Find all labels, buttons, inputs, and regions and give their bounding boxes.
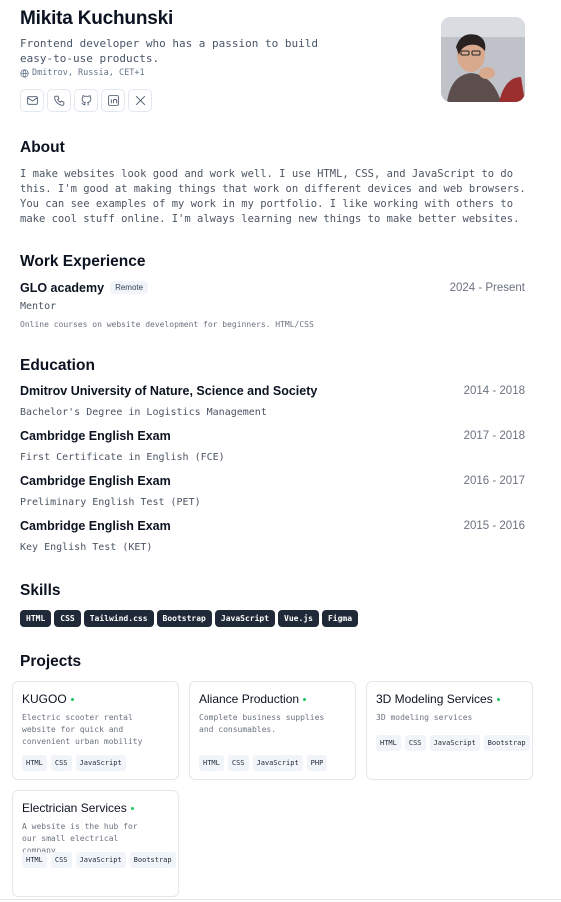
education-heading: Education [20,357,95,374]
project-tags: HTML CSS JavaScript Bootstrap [376,735,531,751]
work-heading: Work Experience [20,253,146,270]
project-title: 3D Modeling Services [376,692,500,706]
project-title: Electrician Services [22,801,134,815]
project-tag: Bootstrap [129,852,176,868]
education-degree: Bachelor's Degree in Logistics Managemen… [20,407,267,418]
project-tag: Bootstrap [483,735,530,751]
work-item: GLO academy Remote 2024 - Present Mentor … [20,281,525,333]
education-degree: Key English Test (KET) [20,542,153,553]
skill-badge: HTML [20,610,52,627]
phone-icon [53,95,64,106]
about-heading: About [20,139,65,156]
skill-badge: Figma [321,610,359,627]
project-tag: JavaScript [252,755,303,771]
project-card-aliance[interactable]: Aliance Production Complete business sup… [189,681,356,780]
project-tag: CSS [50,852,72,868]
education-degree: First Certificate in English (FCE) [20,452,225,463]
project-tag: HTML [22,852,47,868]
project-card-kugoo[interactable]: KUGOO Electric scooter rental website fo… [12,681,179,780]
profile-location: Dmitrov, Russia, CET+1 [20,68,145,78]
project-description: 3D modeling services [376,713,473,722]
education-dates: 2016 - 2017 [463,475,525,487]
status-dot [303,697,307,701]
x-icon [135,95,145,106]
project-tags: HTML CSS JavaScript PHP [199,755,354,771]
skill-badge: JavaScript [214,610,276,627]
project-tag: HTML [376,735,401,751]
profile-header: Mikita Kuchunski Frontend developer who … [20,8,525,112]
avatar [441,17,525,102]
education-dates: 2015 - 2016 [463,520,525,532]
project-tag: CSS [404,735,426,751]
status-dot [496,697,500,701]
project-tag: PHP [306,755,328,771]
education-school: Dmitrov University of Nature, Science an… [20,384,318,398]
project-title-text: 3D Modeling Services [376,692,493,706]
project-tag: JavaScript [429,735,480,751]
project-title-text: Electrician Services [22,801,127,815]
skill-badge: Bootstrap [156,610,212,627]
education-item: Cambridge English Exam 2016 - 2017 Preli… [20,474,525,514]
project-tag: JavaScript [75,755,126,771]
github-icon [80,95,91,106]
profile-name: Mikita Kuchunski [20,8,174,29]
project-title: KUGOO [22,692,74,706]
globe-icon [20,68,29,78]
education-item: Cambridge English Exam 2015 - 2016 Key E… [20,519,525,559]
project-description: Electric scooter rental website for quic… [22,713,143,746]
contact-buttons [20,89,152,112]
x-button[interactable] [128,89,152,112]
project-card-electrician[interactable]: Electrician Services A website is the hu… [12,790,179,897]
work-company: GLO academy Remote [20,281,149,295]
skill-badge: Vue.js [278,610,319,627]
bottom-divider [0,899,561,900]
education-item: Cambridge English Exam 2017 - 2018 First… [20,429,525,469]
work-role: Mentor [20,301,57,312]
status-dot [70,697,74,701]
work-dates: 2024 - Present [449,282,525,294]
about-text: I make websites look good and work well.… [20,168,526,225]
education-dates: 2014 - 2018 [463,385,525,397]
project-tags: HTML CSS JavaScript [22,755,177,771]
project-tag: JavaScript [75,852,126,868]
project-title-text: Aliance Production [199,692,300,706]
education-school: Cambridge English Exam [20,519,171,533]
project-title-text: KUGOO [22,692,67,706]
project-tag: CSS [50,755,72,771]
work-description: Online courses on website development fo… [20,320,314,329]
project-title: Aliance Production [199,692,307,706]
skill-badge: Tailwind.css [83,610,154,627]
education-degree: Preliminary English Test (PET) [20,497,201,508]
phone-button[interactable] [47,89,71,112]
skill-badge: CSS [54,610,81,627]
project-tag: HTML [22,755,47,771]
projects-heading: Projects [20,653,82,670]
mail-icon [26,96,38,105]
skills-list: HTML CSS Tailwind.css Bootstrap JavaScri… [20,610,359,627]
status-dot [130,806,134,810]
project-tag: HTML [199,755,224,771]
remote-badge: Remote [110,281,149,294]
avatar-photo [441,17,525,102]
education-school: Cambridge English Exam [20,474,171,488]
linkedin-button[interactable] [101,89,125,112]
profile-tagline: Frontend developer who has a passion to … [20,37,319,65]
project-tags: HTML CSS JavaScript Bootstrap [22,852,177,868]
project-description: Complete business supplies and consumabl… [199,713,325,734]
location-text: Dmitrov, Russia, CET+1 [32,68,145,78]
linkedin-icon [107,95,119,106]
education-item: Dmitrov University of Nature, Science an… [20,384,525,424]
skills-heading: Skills [20,582,61,599]
work-company-name: GLO academy [20,281,105,295]
project-card-3d-modeling[interactable]: 3D Modeling Services 3D modeling service… [366,681,533,780]
education-dates: 2017 - 2018 [463,430,525,442]
project-tag: CSS [227,755,249,771]
education-school: Cambridge English Exam [20,429,171,443]
email-button[interactable] [20,89,44,112]
github-button[interactable] [74,89,98,112]
